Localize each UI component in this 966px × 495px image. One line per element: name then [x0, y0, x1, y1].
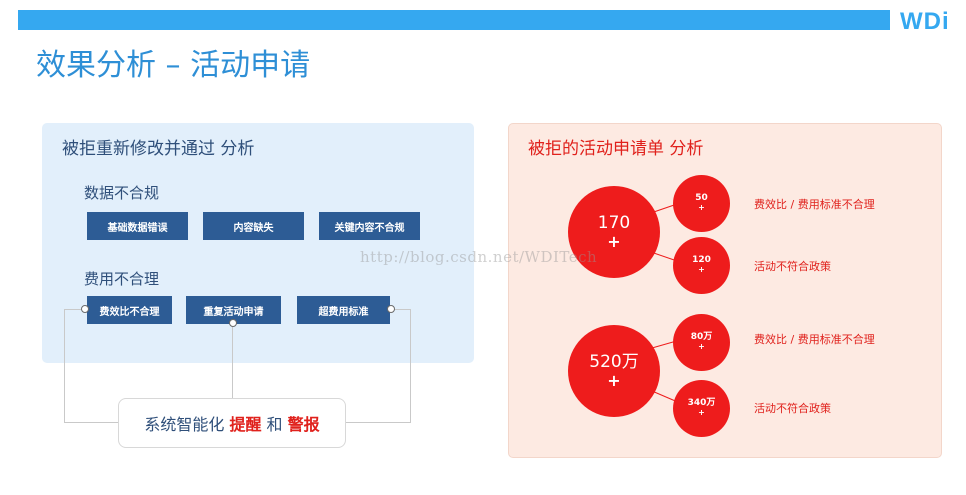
connector-dot-middle — [229, 319, 237, 327]
cost-ratio-count-plus: + — [698, 203, 705, 213]
connector-dot-right — [387, 305, 395, 313]
connector-left-horizontal — [64, 422, 119, 423]
connector-middle-vertical — [232, 324, 233, 399]
left-panel-heading: 被拒重新修改并通过 分析 — [62, 139, 255, 159]
tag-key-content-noncompliant: 关键内容不合规 — [319, 212, 420, 240]
callout-prefix: 系统智能化 — [144, 415, 230, 434]
right-panel-heading: 被拒的活动申请单 分析 — [528, 139, 704, 159]
watermark-text: http://blog.csdn.net/WDITech — [360, 248, 598, 266]
callout-alarm: 警报 — [287, 415, 320, 434]
callout-reminder: 提醒 — [229, 415, 262, 434]
cost-ratio-count-label: 费效比 / 费用标准不合理 — [754, 198, 875, 211]
policy-count-label: 活动不符合政策 — [754, 260, 831, 273]
tag-basic-data-error: 基础数据错误 — [87, 212, 188, 240]
rejected-amount-value: 520万 — [589, 351, 639, 372]
tag-missing-content: 内容缺失 — [203, 212, 304, 240]
connector-right-horizontal — [346, 422, 411, 423]
rejected-count-plus: + — [607, 231, 621, 251]
policy-amount-bubble: 340万 + — [673, 380, 730, 437]
rejected-amount-plus: + — [607, 370, 621, 390]
tag-cost-effectiveness: 费效比不合理 — [87, 296, 172, 324]
cost-ratio-amount-plus: + — [698, 342, 705, 352]
connector-right-vertical — [410, 309, 411, 422]
data-noncompliance-title: 数据不合规 — [84, 184, 160, 202]
unreasonable-cost-title: 费用不合理 — [84, 270, 160, 288]
rejected-amount-bubble: 520万 + — [568, 325, 660, 417]
tag-exceeds-cost-standard: 超费用标准 — [297, 296, 390, 324]
policy-count-plus: + — [698, 265, 705, 275]
cost-ratio-count-bubble: 50 + — [673, 175, 730, 232]
rejected-count-value: 170 — [597, 212, 631, 233]
connector-left-vertical — [64, 309, 65, 422]
slide-title: 效果分析 – 活动申请 — [36, 48, 311, 83]
smart-alert-callout: 系统智能化 提醒 和 警报 — [118, 398, 346, 448]
wdi-logo: WDi — [900, 8, 950, 35]
policy-count-bubble: 120 + — [673, 237, 730, 294]
policy-amount-label: 活动不符合政策 — [754, 402, 831, 415]
cost-ratio-amount-label: 费效比 / 费用标准不合理 — [754, 333, 875, 346]
connector-dot-left — [81, 305, 89, 313]
cost-ratio-amount-bubble: 80万 + — [673, 314, 730, 371]
policy-amount-plus: + — [698, 408, 705, 418]
top-accent-bar — [18, 10, 890, 30]
callout-middle: 和 — [261, 415, 288, 434]
